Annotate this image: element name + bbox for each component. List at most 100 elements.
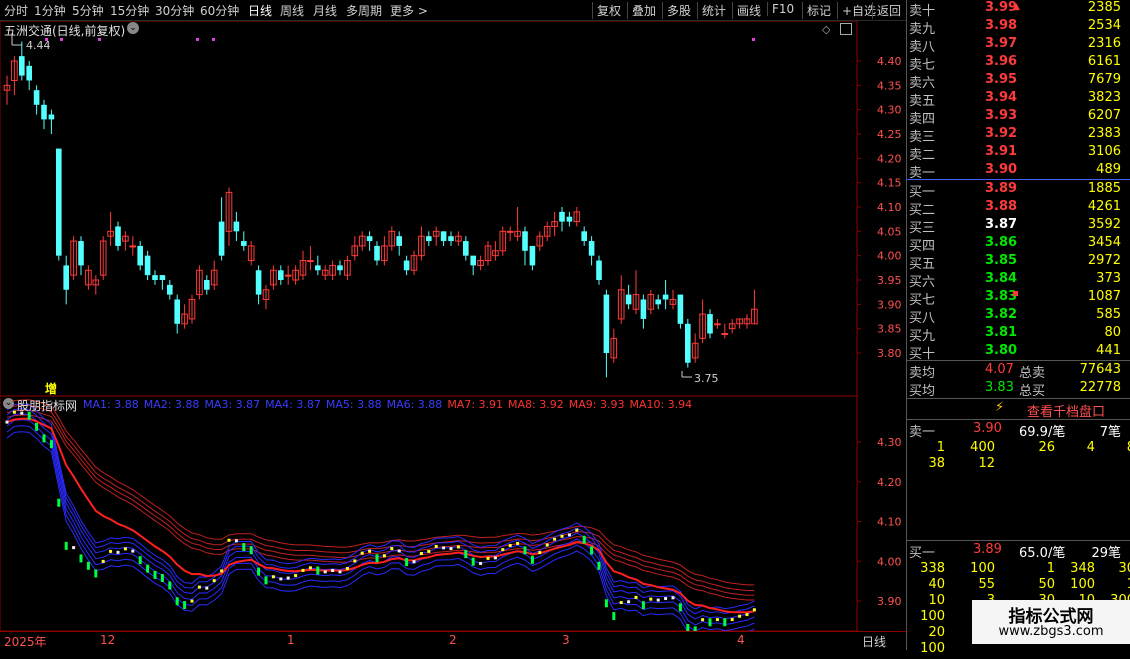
price-tick-label: 4.25 <box>877 128 902 141</box>
signal-dot <box>101 559 105 563</box>
back-button[interactable]: 返回 <box>872 2 901 19</box>
buy-level-row[interactable]: 买八 3.82 585 <box>907 307 1130 326</box>
candle-up <box>358 231 366 251</box>
period-tab-15min[interactable]: 15分钟 <box>110 2 149 19</box>
sell-level-row[interactable]: 卖八 3.97 2316 <box>907 36 1130 55</box>
buy-level-row[interactable]: 买二 3.88 4261 <box>907 199 1130 218</box>
period-tab-30min[interactable]: 30分钟 <box>155 2 194 19</box>
candle-down <box>33 85 40 115</box>
queue-volume: 20 <box>928 625 945 640</box>
period-tab-60min[interactable]: 60分钟 <box>200 2 239 19</box>
buy-level-row[interactable]: 买五 3.85 2972 <box>907 253 1130 272</box>
candle-down <box>662 280 669 310</box>
candle-body <box>463 241 469 256</box>
level-label: 买三 <box>909 221 936 236</box>
signal-dot <box>279 577 283 581</box>
period-tab-multi[interactable]: 多周期 <box>346 2 382 19</box>
signal-dot <box>271 575 275 579</box>
add-favorite-button[interactable]: +自选 <box>837 2 876 19</box>
period-tab-fenshi[interactable]: 分时 <box>4 2 28 19</box>
multi-stock-button[interactable]: 多股 <box>662 2 691 19</box>
sell-level-row[interactable]: 卖一 3.90 489 <box>907 162 1130 181</box>
period-tab-5min[interactable]: 5分钟 <box>72 2 104 19</box>
candle-down <box>566 211 573 227</box>
candle-body <box>48 114 55 120</box>
candle-body <box>403 260 410 271</box>
buy-level-row[interactable]: 买九 3.81 80 <box>907 325 1130 344</box>
depth-link-row[interactable]: ⚡ 查看千档盘口 <box>907 400 1130 420</box>
period-tab-monthly[interactable]: 月线 <box>313 2 337 19</box>
sell-level-row[interactable]: 卖三 3.92 2383 <box>907 126 1130 145</box>
signal-dot <box>382 554 386 558</box>
signal-dot <box>220 569 224 573</box>
view-depth-link[interactable]: 查看千档盘口 <box>1027 401 1105 420</box>
sell-level-row[interactable]: 卖九 3.98 2534 <box>907 18 1130 37</box>
signal-dot <box>523 546 527 555</box>
level-price: 3.97 <box>985 36 1018 51</box>
buy-level-row[interactable]: 买七 3.83 1087 <box>907 289 1130 308</box>
buy1-avg: 65.0/笔 <box>1019 546 1066 561</box>
overlay-button[interactable]: 叠加 <box>627 2 656 19</box>
buy-level-row[interactable]: 买三 3.87 3592 <box>907 217 1130 236</box>
level-label: 卖十 <box>909 4 936 19</box>
axis-label-feb: 2 <box>449 633 457 647</box>
sell-level-row[interactable]: 卖五 3.94 3823 <box>907 90 1130 109</box>
level-price: 3.85 <box>985 253 1018 268</box>
period-tab-weekly[interactable]: 周线 <box>280 2 304 19</box>
candle-up <box>691 333 699 363</box>
draw-line-button[interactable]: 画线 <box>732 2 761 19</box>
queue-volume: 400 <box>970 440 995 455</box>
window-icon[interactable] <box>840 23 852 35</box>
signal-dot <box>286 576 290 580</box>
signal-dot <box>116 550 120 554</box>
candle-down <box>115 221 121 251</box>
sell-level-row[interactable]: 卖七 3.96 6161 <box>907 54 1130 73</box>
signal-dot <box>656 598 660 602</box>
ma-red-line <box>6 409 755 596</box>
period-tab-daily[interactable]: 日线 <box>248 2 272 19</box>
level-price: 3.95 <box>985 72 1018 87</box>
queue-volume: 8 <box>1095 440 1130 455</box>
candle-down <box>603 289 610 378</box>
price-tick-label: 4.00 <box>877 250 902 263</box>
candle-down <box>403 255 410 276</box>
stats-button[interactable]: 统计 <box>697 2 726 19</box>
candle-up <box>455 231 462 246</box>
period-tab-more[interactable]: 更多 > <box>390 2 428 19</box>
candle-body <box>144 255 151 276</box>
signal-dot <box>590 546 594 555</box>
level-price: 3.87 <box>985 217 1018 232</box>
indicator-panel[interactable]: 4.30 4.20 4.10 4.00 3.90 ⌄ 股朋指标网 MA1: 3.88 MA… <box>0 396 906 631</box>
period-tab-1min[interactable]: 1分钟 <box>34 2 66 19</box>
candle-up <box>181 304 188 329</box>
divider <box>907 398 1130 399</box>
signal-dot <box>138 556 142 565</box>
sell-level-row[interactable]: 卖四 3.93 6207 <box>907 108 1130 127</box>
buy-level-row[interactable]: 买四 3.86 3454 <box>907 235 1130 254</box>
candle-up <box>610 328 618 363</box>
mark-button[interactable]: 标记 <box>802 2 831 19</box>
candlestick-panel[interactable]: 4.40 4.35 4.30 4.25 4.20 4.15 4.10 4.05 4.00 3.95… <box>0 21 906 396</box>
period-daily-button[interactable]: 日线 <box>862 633 886 650</box>
level-label: 卖二 <box>909 148 936 163</box>
buy-level-row[interactable]: 买六 3.84 373 <box>907 271 1130 290</box>
buy1-price: 3.89 <box>973 542 1002 557</box>
diamond-icon[interactable]: ◇ <box>822 23 830 36</box>
buy-level-row[interactable]: 买一 3.89 1885 <box>907 181 1130 200</box>
signal-dot <box>345 567 349 571</box>
sell-level-row[interactable]: 卖二 3.91 3106 <box>907 144 1130 163</box>
chevron-down-icon[interactable]: ⌄ <box>127 22 139 34</box>
level-label: 卖九 <box>909 22 936 37</box>
signal-dot <box>553 537 557 541</box>
chevron-down-icon[interactable]: ⌄ <box>3 398 14 409</box>
chart-title: 五洲交通(日线,前复权) <box>4 24 126 38</box>
candle-down <box>685 318 691 368</box>
candle-body <box>603 294 610 353</box>
candle-up <box>11 56 18 96</box>
divider <box>907 540 1130 541</box>
fuquan-button[interactable]: 复权 <box>592 2 621 19</box>
sell-level-row[interactable]: 卖六 3.95 7679 <box>907 72 1130 91</box>
f10-button[interactable]: F10 <box>767 2 794 16</box>
candle-up <box>573 207 581 227</box>
buy-level-row[interactable]: 买十 3.80 441 <box>907 343 1130 362</box>
